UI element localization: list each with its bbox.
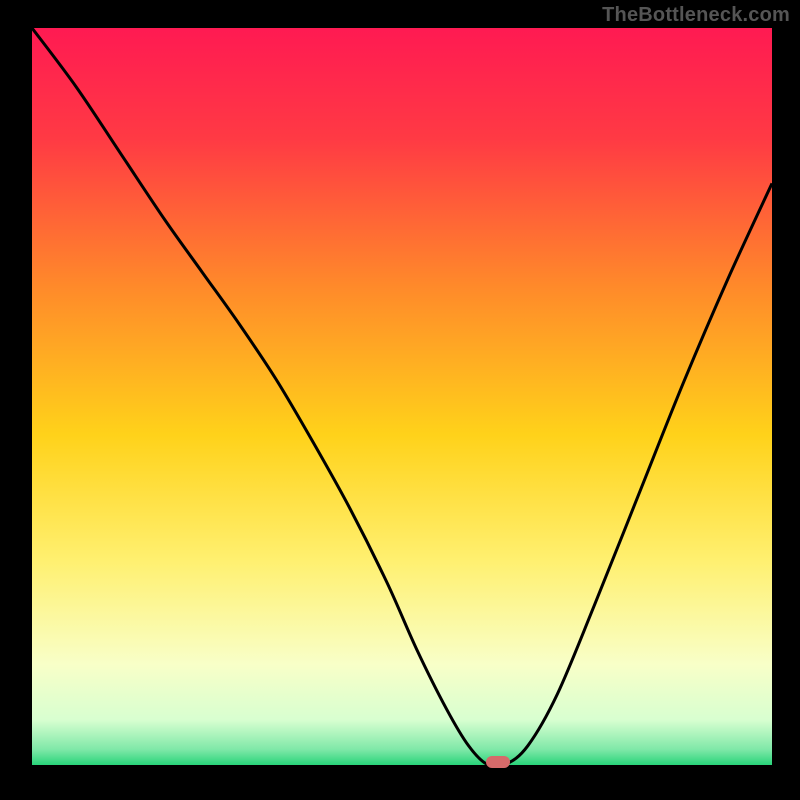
baseline [32, 765, 772, 768]
optimal-point-marker [486, 756, 510, 768]
bottleneck-chart [32, 28, 772, 768]
gradient-background [32, 28, 772, 768]
plot-area [32, 28, 772, 768]
watermark-text: TheBottleneck.com [602, 4, 790, 27]
chart-frame: TheBottleneck.com [0, 0, 800, 800]
